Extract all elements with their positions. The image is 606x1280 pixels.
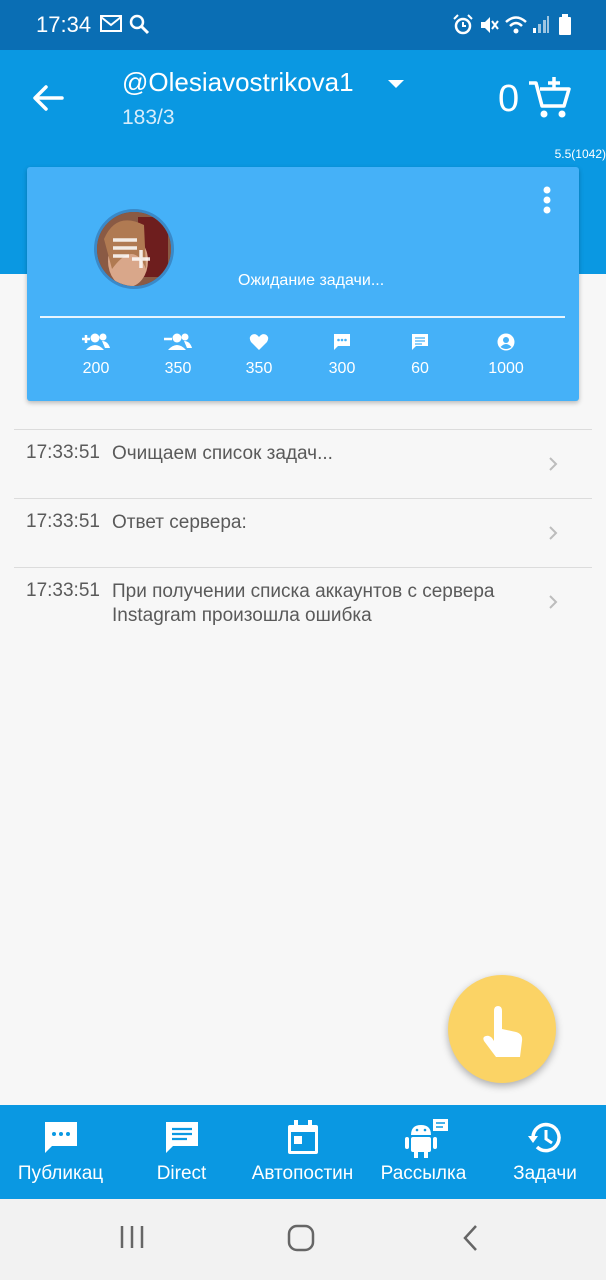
log-time: 17:33:51 xyxy=(26,442,100,463)
signal-icon xyxy=(533,16,549,33)
chevron-right-icon xyxy=(549,526,558,540)
unfollow-icon xyxy=(164,333,192,350)
stat-follow: 200 xyxy=(61,332,131,378)
comment-icon xyxy=(334,334,350,350)
stat-value: 350 xyxy=(164,360,192,377)
system-back-icon[interactable] xyxy=(460,1223,482,1253)
calendar-icon xyxy=(287,1120,318,1154)
wifi-icon xyxy=(505,16,527,34)
nav-label: Публикац xyxy=(17,1163,104,1184)
log-message: Ответ сервера: xyxy=(112,512,247,533)
chevron-down-icon[interactable] xyxy=(386,78,406,90)
nav-label: Direct xyxy=(156,1163,207,1184)
stat-unfollow: 350 xyxy=(143,332,213,378)
account-icon xyxy=(497,333,515,351)
bottom-navigation: Публикац Direct Автопостин Рассылка Зада… xyxy=(0,1105,606,1199)
log-time: 17:33:51 xyxy=(26,580,100,601)
nav-autoposting[interactable]: Автопостин xyxy=(242,1105,363,1199)
account-card: Ожидание задачи... 200 350 350 300 60 10… xyxy=(27,167,579,401)
task-status: Ожидание задачи... xyxy=(238,272,385,289)
battery-icon xyxy=(559,14,571,35)
log-message: Очищаем список задач... xyxy=(112,443,333,464)
stat-value: 1000 xyxy=(488,360,524,377)
nav-label: Задачи xyxy=(513,1163,577,1184)
stat-accounts: 1000 xyxy=(471,332,541,378)
home-icon[interactable] xyxy=(286,1223,316,1253)
cart-count: 0 xyxy=(498,78,520,120)
stat-likes: 350 xyxy=(224,332,294,378)
nav-label: Рассылка xyxy=(380,1163,467,1184)
system-navigation xyxy=(0,1199,606,1280)
stat-value: 350 xyxy=(245,360,273,377)
log-message: При получении списка аккаунтов с сервера… xyxy=(112,581,495,626)
recents-icon[interactable] xyxy=(118,1223,146,1251)
account-counts: 183/3 xyxy=(122,106,175,129)
cart-add-icon[interactable] xyxy=(526,74,572,120)
avatar[interactable] xyxy=(94,209,174,289)
mute-icon xyxy=(481,17,499,33)
log-row[interactable]: 17:33:51 Очищаем список задач... xyxy=(14,430,592,499)
android-icon xyxy=(404,1119,448,1158)
alarm-icon xyxy=(453,14,473,35)
message-icon xyxy=(412,334,428,350)
queue-add-icon xyxy=(113,238,150,268)
nav-publications[interactable]: Публикац xyxy=(0,1105,121,1199)
search-icon xyxy=(129,14,150,35)
touch-hand-icon xyxy=(483,1006,523,1057)
card-divider xyxy=(40,316,565,318)
nav-direct[interactable]: Direct xyxy=(121,1105,242,1199)
more-vert-icon[interactable] xyxy=(543,186,551,214)
version-label: 5.5(1042) xyxy=(554,147,606,161)
mail-icon xyxy=(100,15,122,32)
history-icon xyxy=(528,1122,561,1153)
stat-value: 60 xyxy=(411,360,429,377)
log-time: 17:33:51 xyxy=(26,511,100,532)
log-row[interactable]: 17:33:51 При получении списка аккаунтов … xyxy=(14,568,592,638)
stat-comments: 300 xyxy=(307,332,377,378)
nav-label: Автопостин xyxy=(251,1163,354,1184)
nav-tasks[interactable]: Задачи xyxy=(484,1105,606,1199)
direct-icon xyxy=(165,1122,198,1153)
account-name[interactable]: @Olesiavostrikova1 xyxy=(122,67,354,98)
stat-value: 200 xyxy=(82,360,110,377)
tap-action-button[interactable] xyxy=(448,975,556,1083)
publication-icon xyxy=(44,1122,77,1153)
stat-messages: 60 xyxy=(385,332,455,378)
log-row[interactable]: 17:33:51 Ответ сервера: xyxy=(14,499,592,568)
back-arrow-icon[interactable] xyxy=(30,80,66,116)
heart-icon xyxy=(249,334,269,350)
stat-value: 300 xyxy=(328,360,356,377)
status-bar: 17:34 xyxy=(0,0,606,50)
chevron-right-icon xyxy=(549,457,558,471)
app-bar: @Olesiavostrikova1 183/3 0 xyxy=(0,50,606,146)
follow-icon xyxy=(82,333,110,350)
nav-mailing[interactable]: Рассылка xyxy=(363,1105,484,1199)
chevron-right-icon xyxy=(549,595,558,609)
status-time: 17:34 xyxy=(36,12,92,37)
